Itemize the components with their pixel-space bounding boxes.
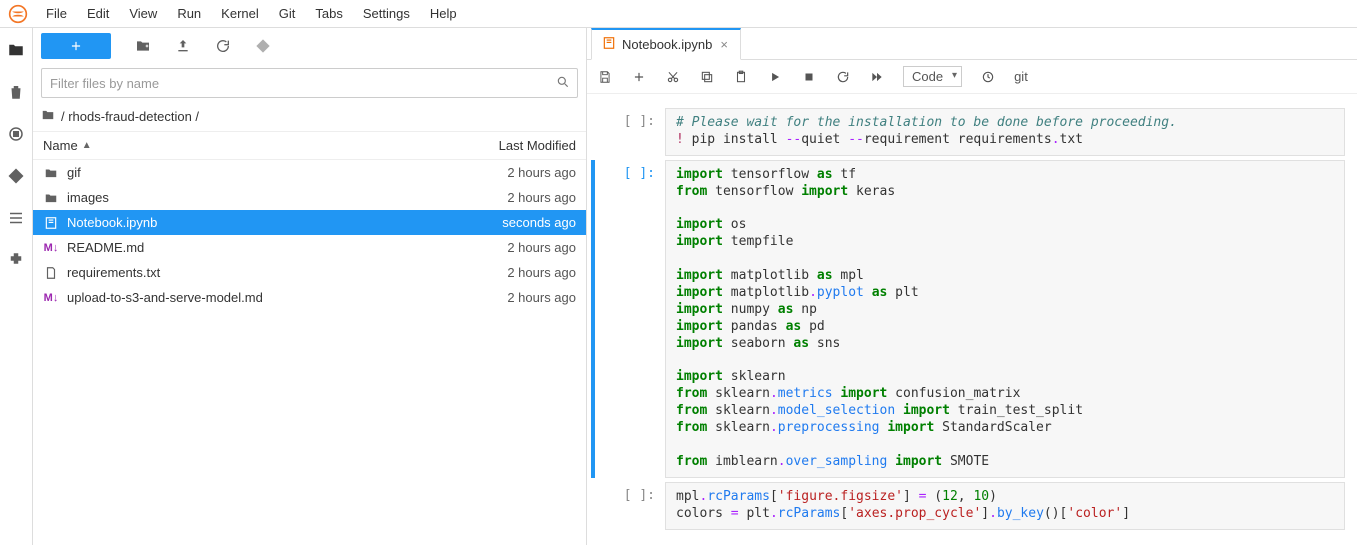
cut-icon[interactable] — [665, 69, 681, 85]
file-list-header: Name ▲ Last Modified — [33, 132, 586, 160]
file-modified: 2 hours ago — [507, 190, 576, 205]
code-cell[interactable]: [ ]:mpl.rcParams['figure.figsize'] = (12… — [587, 482, 1357, 530]
save-icon[interactable] — [597, 69, 613, 85]
filter-input[interactable] — [41, 68, 578, 98]
file-row[interactable]: requirements.txt 2 hours ago — [33, 260, 586, 285]
cell-body[interactable]: # Please wait for the installation to be… — [665, 108, 1345, 156]
code-cell[interactable]: [ ]:import tensorflow as tf from tensorf… — [587, 160, 1357, 478]
cell-prompt: [ ]: — [595, 160, 665, 478]
jupyter-logo-icon — [8, 4, 28, 24]
file-modified: 2 hours ago — [507, 290, 576, 305]
new-launcher-button[interactable] — [41, 33, 111, 59]
file-browser: / rhods-fraud-detection / Name ▲ Last Mo… — [33, 28, 587, 545]
menu-git[interactable]: Git — [269, 2, 306, 25]
tab-bar: Notebook.ipynb × — [587, 28, 1357, 60]
file-row[interactable]: M↓ upload-to-s3-and-serve-model.md 2 hours… — [33, 285, 586, 310]
file-row[interactable]: M↓ README.md 2 hours ago — [33, 235, 586, 260]
folder-icon — [43, 190, 59, 206]
cell-body[interactable]: mpl.rcParams['figure.figsize'] = (12, 10… — [665, 482, 1345, 530]
cell-prompt: [ ]: — [595, 108, 665, 156]
file-name: images — [67, 190, 109, 205]
file-modified: 2 hours ago — [507, 165, 576, 180]
close-icon[interactable]: × — [718, 37, 730, 52]
toc-icon[interactable] — [6, 208, 26, 228]
notebook-icon — [43, 215, 59, 231]
column-name[interactable]: Name — [43, 138, 78, 153]
trash-icon[interactable] — [6, 82, 26, 102]
extensions-icon[interactable] — [6, 250, 26, 270]
code-cell[interactable]: [ ]:# Please wait for the installation t… — [587, 108, 1357, 156]
copy-icon[interactable] — [699, 69, 715, 85]
folder-icon — [43, 165, 59, 181]
cell-body[interactable]: import tensorflow as tf from tensorflow … — [665, 160, 1345, 478]
file-name: Notebook.ipynb — [67, 215, 157, 230]
main-content: Notebook.ipynb × Code git [ ]:# Please w… — [587, 28, 1357, 545]
file-name: README.md — [67, 240, 144, 255]
menu-file[interactable]: File — [36, 2, 77, 25]
tab-title: Notebook.ipynb — [622, 37, 712, 52]
menu-run[interactable]: Run — [167, 2, 211, 25]
file-icon — [43, 265, 59, 281]
paste-icon[interactable] — [733, 69, 749, 85]
menu-help[interactable]: Help — [420, 2, 467, 25]
filter-wrap — [41, 68, 578, 98]
main-menu: FileEditViewRunKernelGitTabsSettingsHelp — [36, 2, 467, 25]
file-name: upload-to-s3-and-serve-model.md — [67, 290, 263, 305]
tab-notebook[interactable]: Notebook.ipynb × — [591, 28, 741, 60]
file-row[interactable]: images 2 hours ago — [33, 185, 586, 210]
run-all-icon[interactable] — [869, 69, 885, 85]
new-folder-icon[interactable] — [135, 38, 151, 54]
file-browser-toolbar — [33, 28, 586, 64]
file-name: requirements.txt — [67, 265, 160, 280]
menu-edit[interactable]: Edit — [77, 2, 119, 25]
kernel-status-icon[interactable] — [980, 69, 996, 85]
cell-type-select[interactable]: Code — [903, 66, 962, 87]
cell-prompt: [ ]: — [595, 482, 665, 530]
sort-asc-icon[interactable]: ▲ — [82, 140, 92, 151]
stop-icon[interactable] — [801, 69, 817, 85]
git-label[interactable]: git — [1014, 69, 1028, 84]
markdown-icon: M↓ — [43, 240, 59, 256]
notebook-icon — [602, 36, 616, 53]
activity-bar — [0, 28, 33, 545]
upload-icon[interactable] — [175, 38, 191, 54]
refresh-icon[interactable] — [215, 38, 231, 54]
column-modified[interactable]: Last Modified — [499, 138, 576, 153]
markdown-icon: M↓ — [43, 290, 59, 306]
running-icon[interactable] — [6, 124, 26, 144]
git-pull-icon[interactable] — [255, 38, 271, 54]
folder-tab-icon[interactable] — [6, 40, 26, 60]
breadcrumb[interactable]: / rhods-fraud-detection / — [33, 102, 586, 132]
file-list: gif 2 hours ago images 2 hours ago Notebook.… — [33, 160, 586, 545]
breadcrumb-path: / rhods-fraud-detection / — [61, 109, 199, 124]
menu-tabs[interactable]: Tabs — [305, 2, 352, 25]
insert-cell-icon[interactable] — [631, 69, 647, 85]
menu-kernel[interactable]: Kernel — [211, 2, 269, 25]
file-row[interactable]: Notebook.ipynb seconds ago — [33, 210, 586, 235]
file-modified: seconds ago — [502, 215, 576, 230]
git-tab-icon[interactable] — [6, 166, 26, 186]
folder-icon — [41, 108, 55, 125]
restart-icon[interactable] — [835, 69, 851, 85]
search-icon — [556, 75, 570, 92]
file-row[interactable]: gif 2 hours ago — [33, 160, 586, 185]
notebook-area[interactable]: [ ]:# Please wait for the installation t… — [587, 94, 1357, 545]
menu-bar: FileEditViewRunKernelGitTabsSettingsHelp — [0, 0, 1357, 28]
file-modified: 2 hours ago — [507, 265, 576, 280]
file-modified: 2 hours ago — [507, 240, 576, 255]
file-name: gif — [67, 165, 81, 180]
run-icon[interactable] — [767, 69, 783, 85]
menu-view[interactable]: View — [119, 2, 167, 25]
menu-settings[interactable]: Settings — [353, 2, 420, 25]
notebook-toolbar: Code git — [587, 60, 1357, 94]
